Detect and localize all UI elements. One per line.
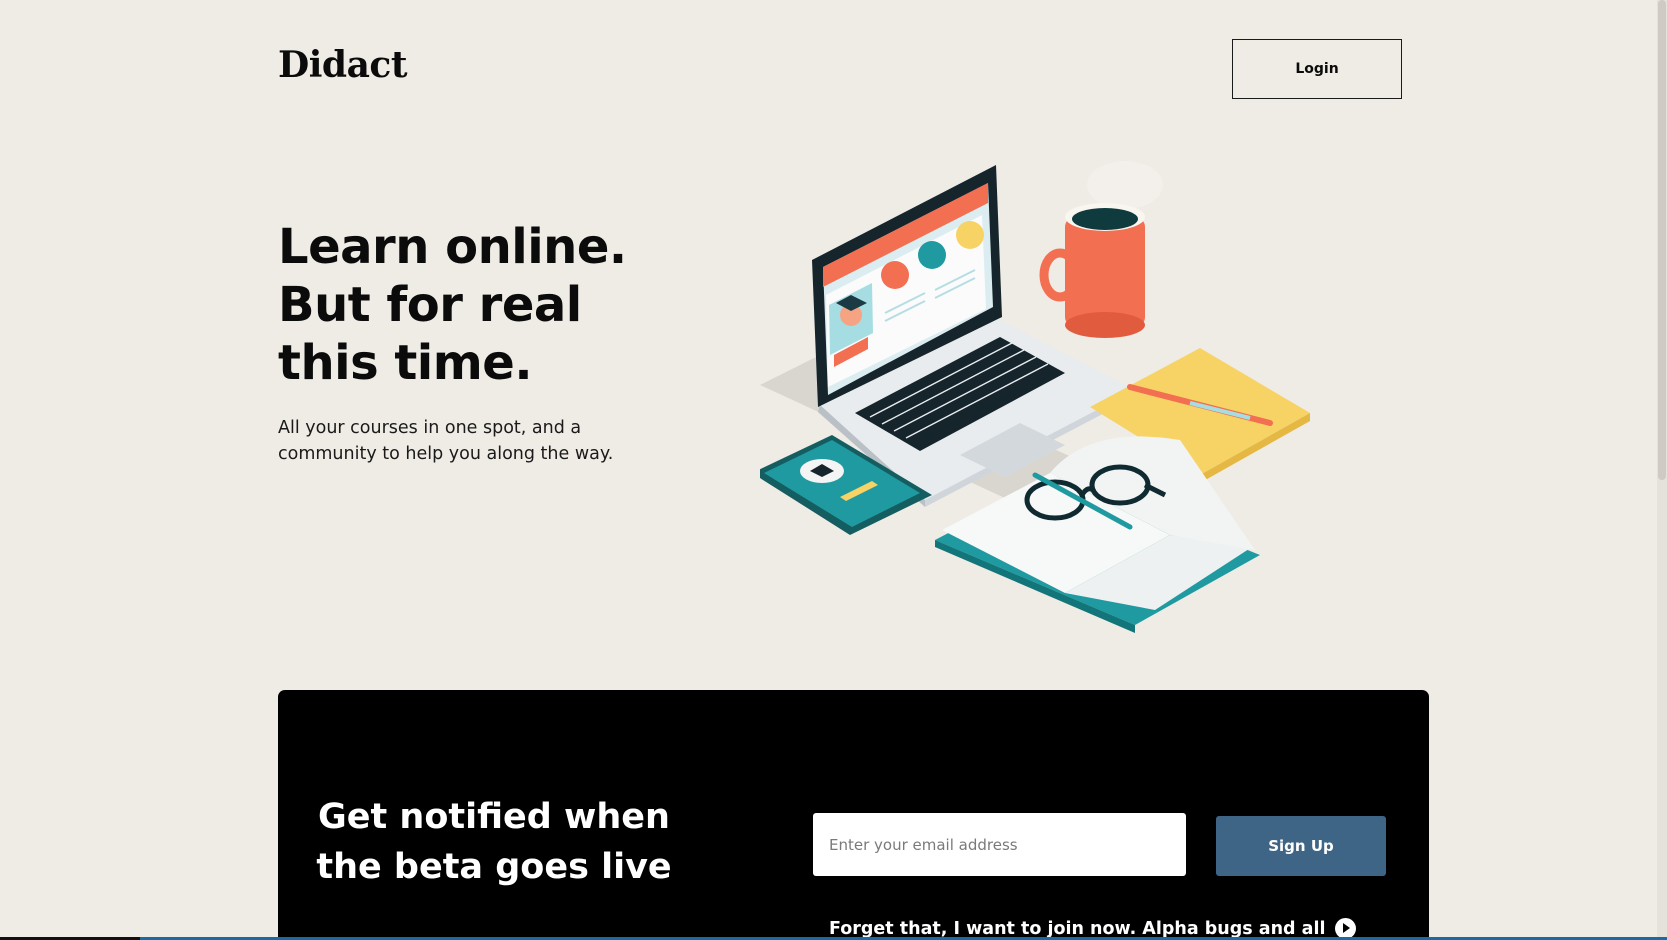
beta-title: Get notified when the beta goes live: [314, 792, 674, 892]
hero-title: Learn online. But for real this time.: [278, 218, 627, 392]
scroll-thumb[interactable]: [1658, 0, 1666, 480]
badge-teal-icon: [918, 241, 946, 269]
mug-bottom: [1065, 312, 1145, 338]
join-now-link[interactable]: Forget that, I want to join now. Alpha b…: [829, 918, 1357, 939]
sign-up-button[interactable]: Sign Up: [1216, 816, 1386, 876]
login-button[interactable]: Login: [1232, 39, 1402, 99]
hero-title-line: Learn online.: [278, 219, 627, 275]
badge-yellow-icon: [956, 221, 984, 249]
mug-body: [1065, 217, 1145, 327]
page-scrollbar[interactable]: [1657, 0, 1667, 940]
beta-title-line: Get notified when: [318, 797, 670, 837]
steam-shape: [1087, 161, 1163, 209]
beta-signup-panel: Get notified when the beta goes live Sig…: [278, 690, 1429, 940]
join-now-label: Forget that, I want to join now. Alpha b…: [829, 918, 1326, 939]
desk-illustration: [760, 161, 1310, 633]
hero-title-line: But for real: [278, 277, 582, 333]
landing-page: Didact Login Learn online. But for real …: [0, 0, 1667, 940]
hero-title-line: this time.: [278, 335, 533, 391]
mug-coffee: [1072, 208, 1138, 230]
play-circle-icon: [1335, 918, 1357, 939]
beta-title-line: the beta goes live: [316, 847, 672, 887]
badge-orange-icon: [881, 261, 909, 289]
email-field[interactable]: [813, 813, 1186, 876]
logo[interactable]: Didact: [278, 44, 407, 86]
hero-subtitle: All your courses in one spot, and a comm…: [278, 418, 614, 464]
